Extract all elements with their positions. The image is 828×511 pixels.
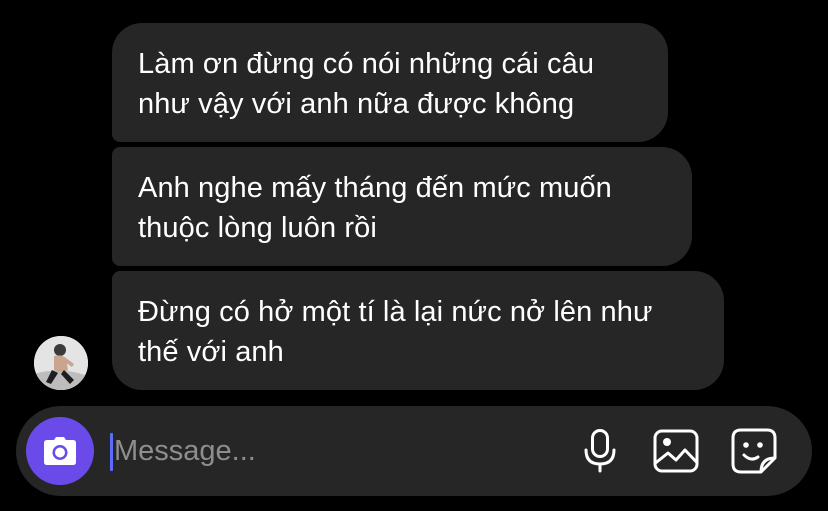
gallery-icon [653,429,699,473]
camera-icon [44,437,76,465]
camera-button[interactable] [26,417,94,485]
text-caret [110,433,113,471]
gallery-button[interactable] [652,427,700,475]
message-bubble[interactable]: Đừng có hở một tí là lại nức nở lên như … [112,271,724,390]
sender-avatar[interactable] [34,336,88,390]
microphone-icon [584,429,616,473]
sticker-button[interactable] [730,427,778,475]
message-bubble[interactable]: Anh nghe mấy tháng đến mức muốn thuộc lò… [112,147,692,266]
message-input[interactable] [114,426,554,476]
voice-message-button[interactable] [576,427,624,475]
avatar-image [34,336,88,390]
message-composer [16,406,812,496]
sticker-icon [731,428,777,474]
message-bubble[interactable]: Làm ơn đừng có nói những cái câu như vậy… [112,23,668,142]
